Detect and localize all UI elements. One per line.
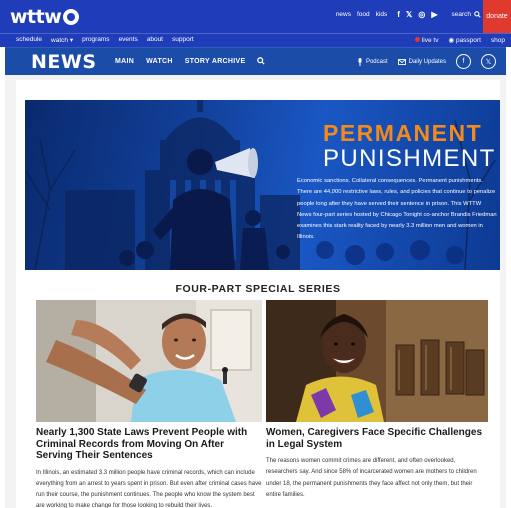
story-image-2[interactable] — [266, 300, 488, 422]
search-button[interactable]: search — [451, 11, 481, 18]
top-links: news food kids f 𝕏 ◎ ▶ search — [336, 10, 481, 19]
story-title-2[interactable]: Women, Caregivers Face Specific Challeng… — [266, 427, 488, 450]
top-social: f 𝕏 ◎ ▶ — [397, 10, 437, 19]
news-facebook-icon[interactable]: f — [456, 54, 471, 69]
logo-circle-icon — [63, 9, 80, 25]
news-search-icon[interactable] — [257, 57, 266, 65]
daily-updates-link[interactable]: Daily Updates — [397, 58, 446, 65]
story-photo-2 — [266, 300, 488, 422]
hero-banner[interactable]: PERMANENT PUNISHMENT Economic sanctions.… — [25, 100, 500, 270]
news-nav-main[interactable]: MAIN — [115, 58, 134, 65]
nav-events[interactable]: events — [119, 36, 138, 44]
nav-shop[interactable]: shop — [491, 37, 505, 44]
microphone-icon — [358, 57, 362, 66]
story-summary-2: The reasons women commit crimes are diff… — [266, 458, 477, 498]
story-card-2[interactable]: Women, Caregivers Face Specific Challeng… — [266, 300, 488, 501]
podcast-link[interactable]: Podcast — [357, 57, 388, 66]
story-summary-1: In Illinois, an estimated 3.3 million pe… — [36, 469, 262, 508]
news-nav-story-archive[interactable]: STORY ARCHIVE — [185, 58, 246, 65]
podcast-label: Podcast — [365, 58, 388, 65]
news-logo[interactable]: NEWS — [31, 51, 97, 73]
nav-passport[interactable]: ◉ passport — [448, 36, 480, 44]
subnav-left: schedule watch ▾ programs events about s… — [16, 36, 194, 44]
logo-text: wttw — [10, 6, 62, 28]
wttw-logo[interactable]: wttw — [10, 5, 80, 29]
nav-programs[interactable]: programs — [82, 36, 109, 44]
x-icon[interactable]: 𝕏 — [406, 10, 412, 19]
news-bar: NEWS MAIN WATCH STORY ARCHIVE Podcast Da… — [5, 47, 506, 75]
top-link-news[interactable]: news — [336, 11, 351, 18]
top-bar: wttw news food kids f 𝕏 ◎ ▶ search donat… — [0, 0, 511, 33]
nav-watch[interactable]: watch ▾ — [51, 36, 73, 44]
story-title-1[interactable]: Nearly 1,300 State Laws Prevent People w… — [36, 427, 262, 462]
search-label: search — [451, 11, 471, 18]
envelope-icon — [397, 58, 406, 65]
daily-updates-label: Daily Updates — [408, 58, 446, 65]
passport-label: passport — [455, 37, 481, 44]
nav-support[interactable]: support — [172, 36, 194, 44]
search-icon — [474, 11, 481, 18]
youtube-icon[interactable]: ▶ — [431, 10, 437, 19]
live-tv-label: live tv — [421, 36, 439, 44]
nav-schedule[interactable]: schedule — [16, 36, 42, 44]
story-image-1[interactable] — [36, 300, 262, 422]
instagram-icon[interactable]: ◎ — [418, 10, 425, 19]
nav-live-tv[interactable]: live tv — [414, 36, 439, 44]
facebook-icon[interactable]: f — [397, 10, 400, 19]
story-photo-1 — [36, 300, 262, 422]
top-link-kids[interactable]: kids — [376, 11, 388, 18]
hero-title-punishment: PUNISHMENT — [323, 145, 496, 172]
live-dot-icon — [414, 37, 420, 43]
top-link-food[interactable]: food — [357, 11, 370, 18]
nav-about[interactable]: about — [147, 36, 163, 44]
hero-description: Economic sanctions. Collateral consequen… — [297, 178, 497, 241]
news-nav: MAIN WATCH STORY ARCHIVE — [115, 57, 266, 65]
news-right: Podcast Daily Updates f 𝕏 — [357, 54, 496, 69]
subnav-right: live tv ◉ passport shop — [414, 36, 505, 44]
sub-nav: schedule watch ▾ programs events about s… — [0, 33, 511, 47]
news-nav-watch[interactable]: WATCH — [146, 58, 173, 65]
story-card-1[interactable]: Nearly 1,300 State Laws Prevent People w… — [36, 300, 262, 508]
news-x-icon[interactable]: 𝕏 — [481, 54, 496, 69]
section-title: FOUR-PART SPECIAL SERIES — [175, 283, 341, 295]
hero-title-permanent: PERMANENT — [323, 120, 483, 146]
donate-button[interactable]: donate — [483, 0, 511, 33]
